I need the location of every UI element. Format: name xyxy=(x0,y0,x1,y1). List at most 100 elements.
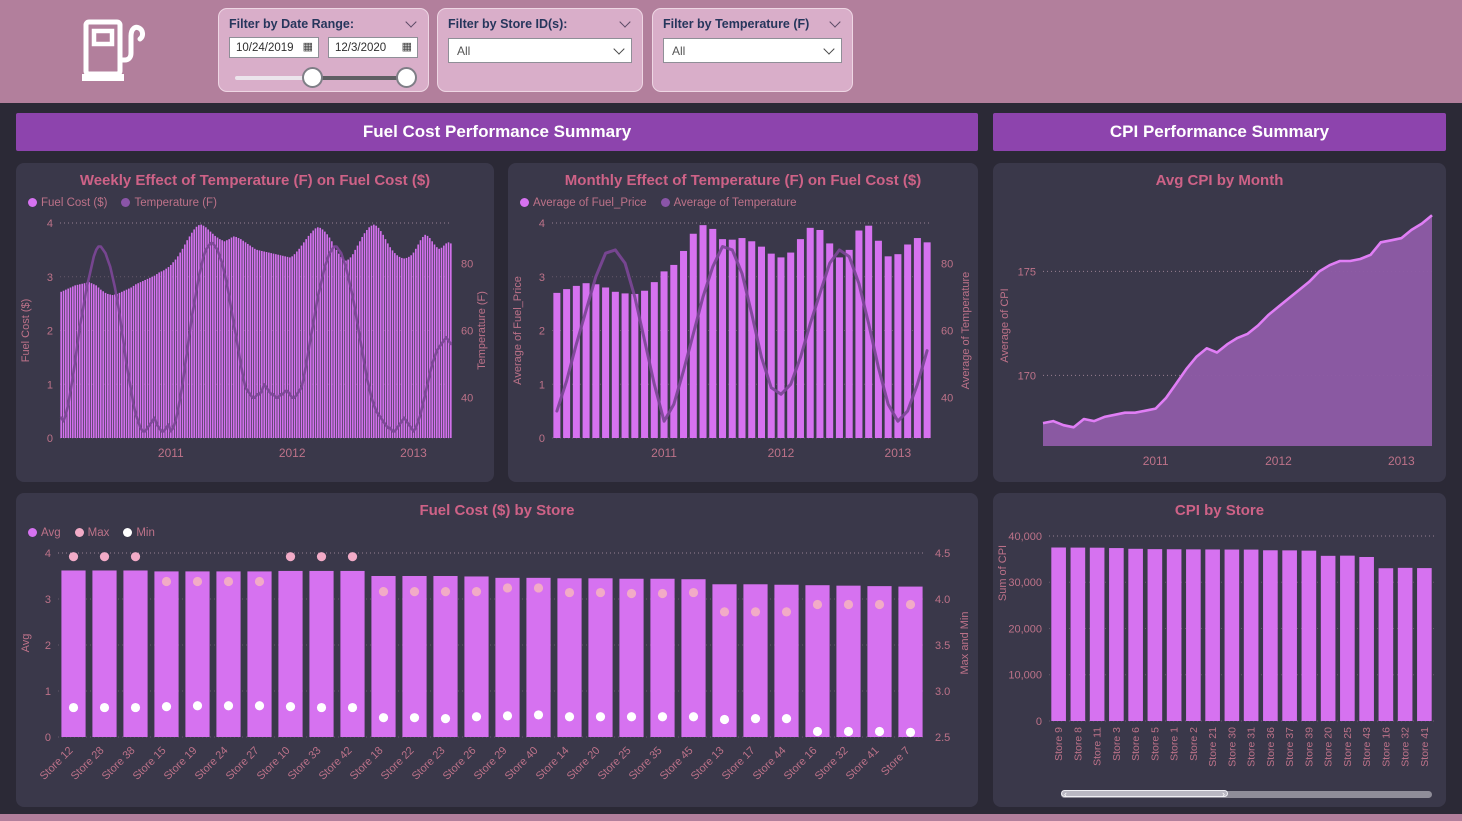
svg-text:Store 31: Store 31 xyxy=(1246,727,1258,767)
filter-temperature-label: Filter by Temperature (F) xyxy=(663,17,809,31)
end-date-input[interactable]: 12/3/2020 ▦ xyxy=(328,37,418,58)
svg-text:Store 28: Store 28 xyxy=(69,745,107,783)
svg-text:Store 22: Store 22 xyxy=(379,745,417,783)
svg-text:Average of Fuel_Price: Average of Fuel_Price xyxy=(512,276,524,385)
legend-item[interactable]: Temperature (F) xyxy=(121,197,216,209)
svg-text:2: 2 xyxy=(45,640,51,652)
date-range-slider[interactable] xyxy=(229,67,418,89)
svg-text:Store 19: Store 19 xyxy=(162,745,200,783)
svg-text:1: 1 xyxy=(47,379,53,391)
slider-handle-end[interactable] xyxy=(396,67,417,88)
chevron-down-icon xyxy=(823,43,834,54)
svg-text:2: 2 xyxy=(47,326,53,338)
legend-dot-icon xyxy=(661,198,670,207)
scrollbar-thumb[interactable]: ‹ › xyxy=(1061,790,1228,797)
dashboard-content: Fuel Cost Performance Summary CPI Perfor… xyxy=(0,103,1462,814)
legend-label: Min xyxy=(136,527,155,539)
svg-text:Store 5: Store 5 xyxy=(1149,727,1161,761)
legend-item[interactable]: Fuel Cost ($) xyxy=(28,197,107,209)
chart-title: Fuel Cost ($) by Store xyxy=(16,493,978,519)
scrollbar-right-arrow-icon[interactable]: › xyxy=(1222,791,1225,797)
legend-item[interactable]: Average of Fuel_Price xyxy=(520,197,647,209)
svg-text:Store 39: Store 39 xyxy=(1303,727,1315,767)
start-date-input[interactable]: 10/24/2019 ▦ xyxy=(229,37,319,58)
svg-text:Store 13: Store 13 xyxy=(689,745,727,783)
temperature-select[interactable]: All xyxy=(663,38,842,63)
svg-text:Store 20: Store 20 xyxy=(1323,727,1335,767)
calendar-icon[interactable]: ▦ xyxy=(402,42,412,53)
svg-text:Store 15: Store 15 xyxy=(131,745,169,783)
scrollbar-left-arrow-icon[interactable]: ‹ xyxy=(1064,791,1067,797)
chevron-down-icon[interactable] xyxy=(829,16,840,27)
svg-text:Store 41: Store 41 xyxy=(1419,727,1431,767)
svg-text:Store 45: Store 45 xyxy=(658,745,696,783)
legend-dot-icon xyxy=(28,528,37,537)
slider-track-selected[interactable] xyxy=(311,76,407,80)
cpi-by-store-card: CPI by Store 010,00020,00030,00040,000St… xyxy=(993,493,1446,807)
filter-store-ids-label: Filter by Store ID(s): xyxy=(448,17,567,31)
chevron-down-icon[interactable] xyxy=(619,16,630,27)
calendar-icon[interactable]: ▦ xyxy=(303,42,313,53)
legend-item[interactable]: Max xyxy=(75,527,110,539)
svg-text:30,000: 30,000 xyxy=(1008,577,1042,589)
chart-title: CPI by Store xyxy=(993,493,1446,519)
svg-text:4: 4 xyxy=(45,548,51,560)
svg-text:Store 12: Store 12 xyxy=(38,745,76,783)
chevron-down-icon xyxy=(613,43,624,54)
chevron-down-icon[interactable] xyxy=(405,16,416,27)
svg-text:Temperature (F): Temperature (F) xyxy=(476,291,488,370)
svg-text:Store 14: Store 14 xyxy=(534,745,572,783)
cpi-area-chart[interactable]: 170175201120122013Average of CPI xyxy=(993,193,1446,476)
svg-text:3: 3 xyxy=(539,272,545,284)
svg-text:1: 1 xyxy=(45,686,51,698)
temperature-select-value: All xyxy=(672,44,685,58)
svg-text:Store 32: Store 32 xyxy=(1400,727,1412,767)
svg-text:Store 1: Store 1 xyxy=(1169,727,1181,761)
svg-text:4.5: 4.5 xyxy=(935,548,950,560)
svg-text:Store 8: Store 8 xyxy=(1072,727,1084,761)
svg-text:Store 9: Store 9 xyxy=(1053,727,1065,761)
svg-text:2012: 2012 xyxy=(768,446,795,460)
monthly-temp-fuel-card: Monthly Effect of Temperature (F) on Fue… xyxy=(508,163,978,482)
svg-text:Store 10: Store 10 xyxy=(255,745,293,783)
chart-horizontal-scrollbar[interactable]: ‹ › xyxy=(1061,791,1432,798)
svg-text:Store 24: Store 24 xyxy=(193,745,231,783)
filter-temperature-header: Filter by Temperature (F) xyxy=(663,17,842,31)
svg-text:Max and Min: Max and Min xyxy=(959,612,971,675)
fuel-store-chart[interactable]: 012342.53.03.54.04.5Store 12Store 28Stor… xyxy=(16,541,978,795)
svg-text:Store 16: Store 16 xyxy=(782,745,820,783)
svg-text:0: 0 xyxy=(45,732,51,744)
svg-text:Fuel Cost ($): Fuel Cost ($) xyxy=(20,299,32,363)
legend-dot-icon xyxy=(520,198,529,207)
svg-text:Store 29: Store 29 xyxy=(472,745,510,783)
svg-text:Store 27: Store 27 xyxy=(224,745,262,783)
filter-date-range: Filter by Date Range: 10/24/2019 ▦ 12/3/… xyxy=(218,8,429,92)
svg-text:3: 3 xyxy=(45,594,51,606)
chart-legend: Average of Fuel_Price Average of Temperat… xyxy=(508,189,978,211)
cpi-store-chart[interactable]: 010,00020,00030,00040,000Store 9Store 8S… xyxy=(993,521,1446,773)
svg-text:Store 33: Store 33 xyxy=(286,745,324,783)
svg-text:Sum of CPI: Sum of CPI xyxy=(997,545,1009,601)
legend-label: Avg xyxy=(41,527,61,539)
legend-item[interactable]: Average of Temperature xyxy=(661,197,797,209)
legend-dot-icon xyxy=(121,198,130,207)
svg-text:Store 3: Store 3 xyxy=(1111,727,1123,761)
weekly-combo-chart[interactable]: 01234406080201120122013Fuel Cost ($)Temp… xyxy=(16,211,494,468)
svg-text:4: 4 xyxy=(47,218,53,230)
svg-text:Store 41: Store 41 xyxy=(844,745,882,783)
svg-text:Store 37: Store 37 xyxy=(1284,727,1296,767)
monthly-combo-chart[interactable]: 01234406080201120122013Average of Fuel_P… xyxy=(508,211,978,468)
fuel-section-banner: Fuel Cost Performance Summary xyxy=(16,113,978,151)
store-ids-select-value: All xyxy=(457,44,470,58)
svg-text:Store 42: Store 42 xyxy=(317,745,355,783)
filter-date-range-header: Filter by Date Range: xyxy=(229,17,418,31)
legend-item[interactable]: Min xyxy=(123,527,155,539)
svg-text:2011: 2011 xyxy=(158,446,184,460)
svg-text:Store 6: Store 6 xyxy=(1130,727,1142,761)
chart-title: Weekly Effect of Temperature (F) on Fuel… xyxy=(16,163,494,189)
slider-handle-start[interactable] xyxy=(302,67,323,88)
svg-text:2012: 2012 xyxy=(1265,454,1292,468)
legend-item[interactable]: Avg xyxy=(28,527,61,539)
store-ids-select[interactable]: All xyxy=(448,38,632,63)
svg-text:175: 175 xyxy=(1018,266,1036,278)
